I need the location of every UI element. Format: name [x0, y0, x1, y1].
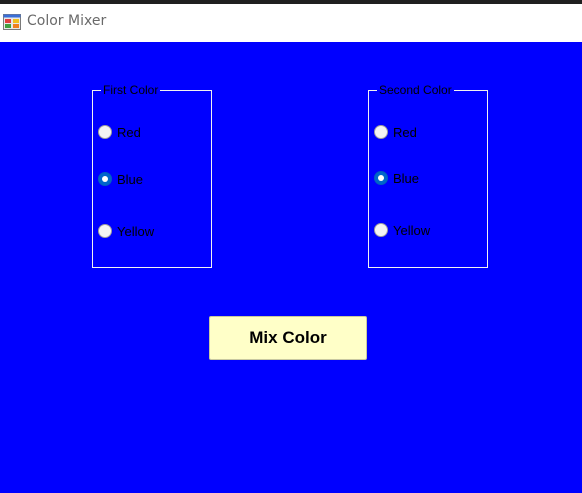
first-color-legend: First Color — [101, 83, 161, 97]
second-color-groupbox: Second Color Red Blue Yellow — [368, 83, 488, 268]
color-mixer-window: Color Mixer First Color Red Blue Yellow … — [0, 0, 582, 493]
radio-button-circle[interactable] — [98, 125, 112, 139]
mix-color-button[interactable]: Mix Color — [209, 316, 367, 360]
radio-label: Red — [393, 124, 417, 140]
radio-label: Blue — [117, 171, 144, 187]
first-color-radio-blue[interactable]: Blue — [98, 169, 143, 189]
radio-label: Yellow — [393, 222, 431, 238]
second-color-legend: Second Color — [377, 83, 454, 97]
first-color-radio-yellow[interactable]: Yellow — [98, 221, 154, 241]
title-bar: Color Mixer — [0, 4, 582, 42]
radio-button-circle-checked[interactable] — [98, 172, 112, 186]
radio-label: Red — [117, 124, 141, 140]
radio-button-circle[interactable] — [374, 223, 388, 237]
window-title: Color Mixer — [27, 13, 107, 29]
radio-button-circle-checked[interactable] — [374, 171, 388, 185]
client-area: First Color Red Blue Yellow Second Color… — [0, 42, 582, 493]
first-color-groupbox: First Color Red Blue Yellow — [92, 83, 212, 268]
radio-label: Blue — [393, 170, 420, 186]
second-color-radio-blue[interactable]: Blue — [374, 168, 419, 188]
app-window-icon — [3, 14, 21, 30]
first-color-radio-red[interactable]: Red — [98, 122, 141, 142]
radio-label: Yellow — [117, 223, 155, 239]
second-color-radio-red[interactable]: Red — [374, 122, 417, 142]
second-color-radio-yellow[interactable]: Yellow — [374, 220, 430, 240]
radio-button-circle[interactable] — [98, 224, 112, 238]
radio-button-circle[interactable] — [374, 125, 388, 139]
